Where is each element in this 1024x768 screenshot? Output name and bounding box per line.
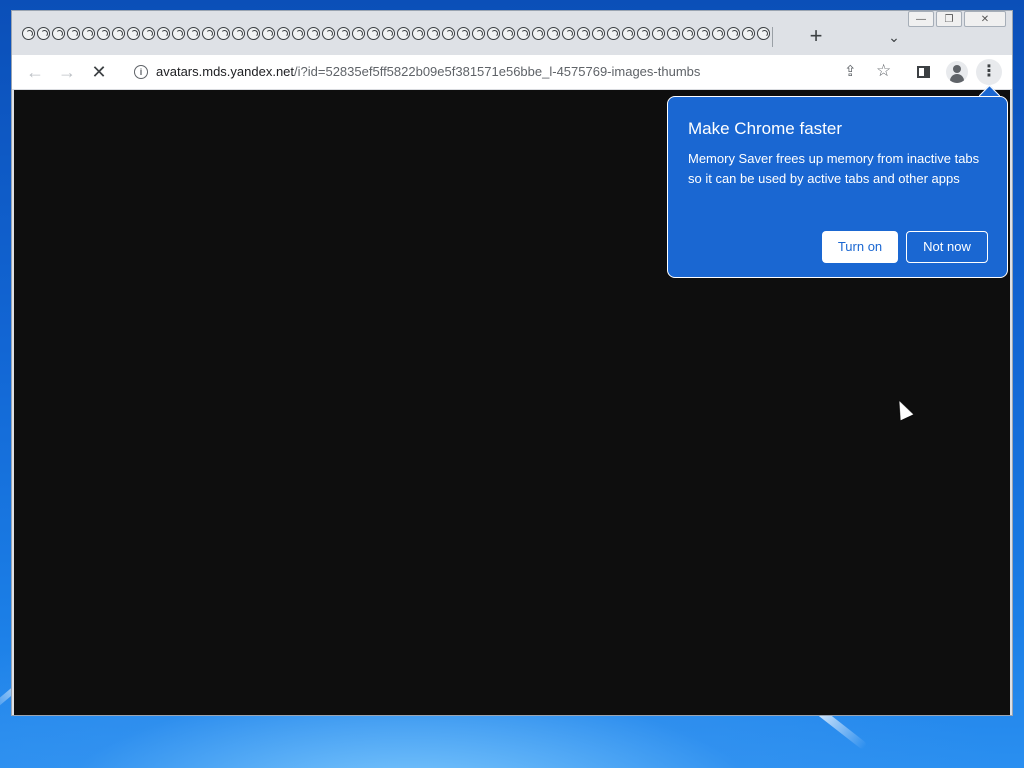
- new-tab-button[interactable]: +: [804, 25, 828, 49]
- tab-favicon-icon[interactable]: [127, 27, 140, 40]
- tab-favicon-icon[interactable]: [547, 27, 560, 40]
- tab-favicon-icon[interactable]: [412, 27, 425, 40]
- tab-favicon-icon[interactable]: [187, 27, 200, 40]
- tab-favicon-icon[interactable]: [652, 27, 665, 40]
- tab-favicon-icon[interactable]: [97, 27, 110, 40]
- tab-favicon-icon[interactable]: [352, 27, 365, 40]
- not-now-button[interactable]: Not now: [906, 231, 988, 263]
- turn-on-button[interactable]: Turn on: [822, 231, 898, 263]
- address-bar[interactable]: i avatars.mds.yandex.net/i?id=52835ef5ff…: [126, 58, 896, 86]
- tab-favicon-icon[interactable]: [307, 27, 320, 40]
- tab-favicon-icon[interactable]: [292, 27, 305, 40]
- tab-favicon-icon[interactable]: [382, 27, 395, 40]
- tab-favicon-icon[interactable]: [757, 27, 770, 40]
- tab-favicon-icon[interactable]: [37, 27, 50, 40]
- tab-favicon-icon[interactable]: [472, 27, 485, 40]
- tab-favicon-icon[interactable]: [337, 27, 350, 40]
- forward-button[interactable]: →: [54, 59, 80, 85]
- tab-favicon-icon[interactable]: [172, 27, 185, 40]
- tab-favicon-icon[interactable]: [217, 27, 230, 40]
- tab-favicon-icon[interactable]: [532, 27, 545, 40]
- tab-favicon-icon[interactable]: [592, 27, 605, 40]
- browser-toolbar: ← → ✕ i avatars.mds.yandex.net/i?id=5283…: [12, 55, 1012, 90]
- profile-avatar-icon[interactable]: [946, 61, 968, 83]
- side-panel-icon[interactable]: [917, 66, 930, 78]
- tab-favicon-icon[interactable]: [67, 27, 80, 40]
- tab-favicon-icon[interactable]: [667, 27, 680, 40]
- back-button[interactable]: ←: [22, 59, 48, 85]
- tab-favicon-icon[interactable]: [502, 27, 515, 40]
- tab-favicon-icon[interactable]: [427, 27, 440, 40]
- share-icon[interactable]: ⇪: [844, 62, 857, 80]
- tab-favicon-icon[interactable]: [277, 27, 290, 40]
- tab-favicon-icon[interactable]: [742, 27, 755, 40]
- promo-title: Make Chrome faster: [688, 119, 842, 138]
- tab-search-button[interactable]: ⌄: [882, 25, 906, 49]
- tab-favicon-icon[interactable]: [157, 27, 170, 40]
- tab-favicon-icon[interactable]: [367, 27, 380, 40]
- stop-loading-button[interactable]: ✕: [86, 59, 112, 85]
- url-text[interactable]: avatars.mds.yandex.net/i?id=52835ef5ff58…: [156, 64, 700, 79]
- tab-favicon-icon[interactable]: [697, 27, 710, 40]
- bookmark-star-icon[interactable]: ☆: [876, 61, 891, 81]
- url-path: /i?id=52835ef5ff5822b09e5f381571e56bbe_l…: [294, 64, 701, 79]
- minimize-button[interactable]: —: [908, 11, 934, 27]
- tab-favicon-icon[interactable]: [607, 27, 620, 40]
- tab-favicon-icon[interactable]: [232, 27, 245, 40]
- memory-saver-promo-bubble: Make Chrome faster Memory Saver frees up…: [667, 96, 1008, 278]
- tab-favicon-icon[interactable]: [622, 27, 635, 40]
- tab-favicon-icon[interactable]: [322, 27, 335, 40]
- tab-favicon-icon[interactable]: [577, 27, 590, 40]
- tab-favicon-icon[interactable]: [712, 27, 725, 40]
- url-host: avatars.mds.yandex.net: [156, 64, 295, 79]
- tab-favicon-icon[interactable]: [112, 27, 125, 40]
- tab-favicon-icon[interactable]: [202, 27, 215, 40]
- tab-favicon-icon[interactable]: [562, 27, 575, 40]
- restore-button[interactable]: ❐: [936, 11, 962, 27]
- close-window-button[interactable]: ✕: [964, 11, 1006, 27]
- tab-favicon-icon[interactable]: [442, 27, 455, 40]
- tab-favicon-icon[interactable]: [52, 27, 65, 40]
- tab-favicon-icon[interactable]: [142, 27, 155, 40]
- tab-favicon-icon[interactable]: [682, 27, 695, 40]
- chrome-menu-button[interactable]: ⋮: [976, 59, 1002, 85]
- tab-strip: + ⌄ — ❐ ✕: [12, 11, 1012, 55]
- tab-favicon-icon[interactable]: [517, 27, 530, 40]
- tab-favicon-icon[interactable]: [487, 27, 500, 40]
- tab-favicon-icon[interactable]: [457, 27, 470, 40]
- tabs-row: [22, 27, 772, 47]
- tab-favicon-icon[interactable]: [262, 27, 275, 40]
- tab-separator: [772, 27, 773, 47]
- site-info-icon[interactable]: i: [134, 65, 148, 79]
- tab-favicon-icon[interactable]: [82, 27, 95, 40]
- tab-favicon-icon[interactable]: [637, 27, 650, 40]
- tab-favicon-icon[interactable]: [727, 27, 740, 40]
- tab-favicon-icon[interactable]: [22, 27, 35, 40]
- tab-favicon-icon[interactable]: [397, 27, 410, 40]
- window-controls: — ❐ ✕: [908, 11, 1006, 27]
- tab-favicon-icon[interactable]: [247, 27, 260, 40]
- promo-body: Memory Saver frees up memory from inacti…: [688, 151, 980, 186]
